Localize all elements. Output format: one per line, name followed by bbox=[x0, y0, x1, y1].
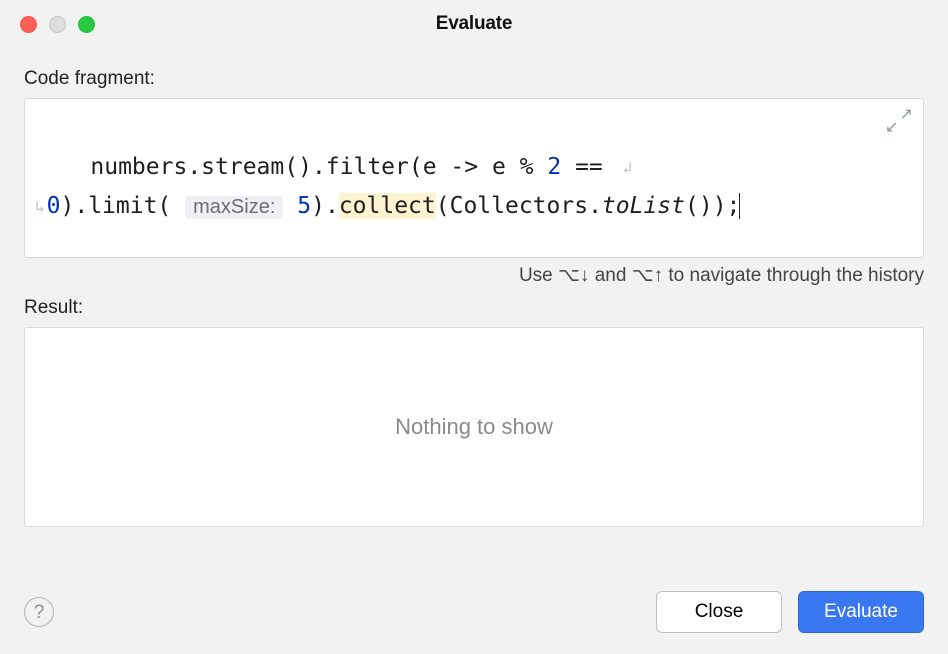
code-highlight-collect: collect bbox=[339, 193, 436, 219]
hint-text-suffix: to navigate through the history bbox=[663, 265, 924, 286]
maximize-window-icon[interactable] bbox=[78, 16, 95, 33]
hint-shortcut-up: ⌥↑ bbox=[632, 265, 663, 286]
result-label: Result: bbox=[24, 297, 924, 319]
code-text-seg-e: (Collectors. bbox=[436, 193, 602, 219]
parameter-hint-maxsize: maxSize: bbox=[185, 196, 283, 219]
hint-text-mid: and bbox=[589, 265, 631, 286]
result-empty-text: Nothing to show bbox=[395, 414, 553, 440]
dialog-footer: ? Close Evaluate bbox=[0, 584, 948, 654]
code-text-seg-d: ). bbox=[311, 193, 339, 219]
code-fragment-label: Code fragment: bbox=[24, 68, 924, 90]
help-icon: ? bbox=[34, 603, 45, 622]
window-title: Evaluate bbox=[436, 13, 513, 35]
evaluate-button[interactable]: Evaluate bbox=[798, 591, 924, 633]
code-number-2: 2 bbox=[547, 154, 561, 180]
code-text-seg-b: == bbox=[561, 154, 616, 180]
history-navigation-hint: Use ⌥↓ and ⌥↑ to navigate through the hi… bbox=[24, 264, 924, 287]
hint-shortcut-down: ⌥↓ bbox=[558, 265, 589, 286]
expand-collapse-icon[interactable]: ↗↙ bbox=[885, 107, 913, 135]
dialog-content: Code fragment: ↗↙ numbers.stream().filter… bbox=[0, 48, 948, 527]
help-button[interactable]: ? bbox=[24, 597, 54, 627]
close-window-icon[interactable] bbox=[20, 16, 37, 33]
code-text-seg-f: ()); bbox=[685, 193, 740, 219]
close-button[interactable]: Close bbox=[656, 591, 782, 633]
code-italic-tolist: toList bbox=[602, 193, 685, 219]
minimize-window-icon bbox=[49, 16, 66, 33]
code-fragment-editor[interactable]: ↗↙numbers.stream().filter(e -> e % 2 == … bbox=[24, 98, 924, 258]
result-panel: Nothing to show bbox=[24, 327, 924, 527]
code-number-0: 0 bbox=[47, 193, 61, 219]
traffic-lights bbox=[20, 16, 95, 33]
hint-text-prefix: Use bbox=[519, 265, 558, 286]
code-text-seg-c: ).limit( bbox=[61, 193, 172, 219]
titlebar: Evaluate bbox=[0, 0, 948, 48]
code-text-seg-a: numbers.stream().filter(e -> e % bbox=[90, 154, 547, 180]
code-number-5: 5 bbox=[297, 193, 311, 219]
